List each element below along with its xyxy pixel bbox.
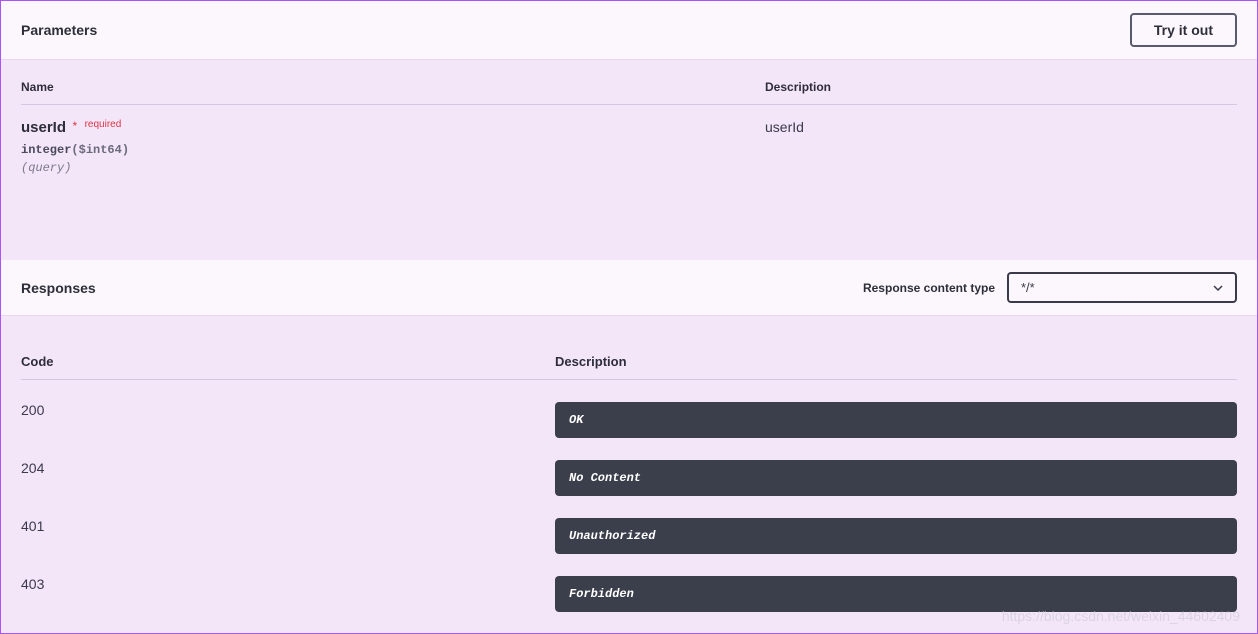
response-description-cell: No Content — [555, 460, 1237, 496]
column-header-resp-description: Description — [555, 354, 1237, 369]
parameter-name-line: userId * required — [21, 119, 765, 137]
parameter-name: userId — [21, 119, 66, 136]
response-row: 204 No Content — [21, 460, 1237, 496]
response-code: 403 — [21, 576, 555, 592]
response-code: 401 — [21, 518, 555, 534]
parameter-description: userId — [765, 119, 1237, 175]
parameters-header: Parameters Try it out — [1, 1, 1257, 60]
response-content-type-label: Response content type — [863, 281, 995, 295]
try-it-out-button[interactable]: Try it out — [1130, 13, 1237, 47]
column-header-description: Description — [765, 80, 1237, 94]
parameters-table-header: Name Description — [21, 80, 1237, 105]
parameter-name-cell: userId * required integer($int64) (query… — [21, 119, 765, 175]
parameters-body: Name Description userId * required integ… — [1, 60, 1257, 195]
parameter-row: userId * required integer($int64) (query… — [21, 105, 1237, 175]
response-row: 401 Unauthorized — [21, 518, 1237, 554]
content-type-select[interactable]: */* — [1007, 272, 1237, 303]
response-description: Unauthorized — [555, 518, 1237, 554]
response-code: 204 — [21, 460, 555, 476]
parameter-type-line: integer($int64) — [21, 143, 765, 157]
responses-table-header: Code Description — [21, 354, 1237, 380]
responses-body: Code Description 200 OK 204 No Content 4… — [1, 316, 1257, 632]
required-label: required — [85, 119, 122, 130]
parameter-format: ($int64) — [71, 143, 129, 157]
parameters-table: Name Description userId * required integ… — [21, 80, 1237, 175]
response-description: No Content — [555, 460, 1237, 496]
response-code: 200 — [21, 402, 555, 418]
response-description: OK — [555, 402, 1237, 438]
column-header-name: Name — [21, 80, 765, 94]
response-content-type-group: Response content type */* — [863, 272, 1237, 303]
response-description: Forbidden — [555, 576, 1237, 612]
response-row: 403 Forbidden — [21, 576, 1237, 612]
parameter-location: (query) — [21, 161, 765, 175]
column-header-code: Code — [21, 354, 555, 369]
response-row: 200 OK — [21, 402, 1237, 438]
response-description-cell: Forbidden — [555, 576, 1237, 612]
response-description-cell: OK — [555, 402, 1237, 438]
required-star-icon: * — [72, 119, 77, 133]
responses-title: Responses — [21, 280, 96, 296]
responses-header: Responses Response content type */* — [1, 260, 1257, 316]
content-type-value: */* — [1021, 280, 1035, 295]
response-description-cell: Unauthorized — [555, 518, 1237, 554]
parameters-title: Parameters — [21, 22, 97, 38]
chevron-down-icon — [1213, 285, 1223, 291]
parameter-type: integer — [21, 143, 71, 157]
